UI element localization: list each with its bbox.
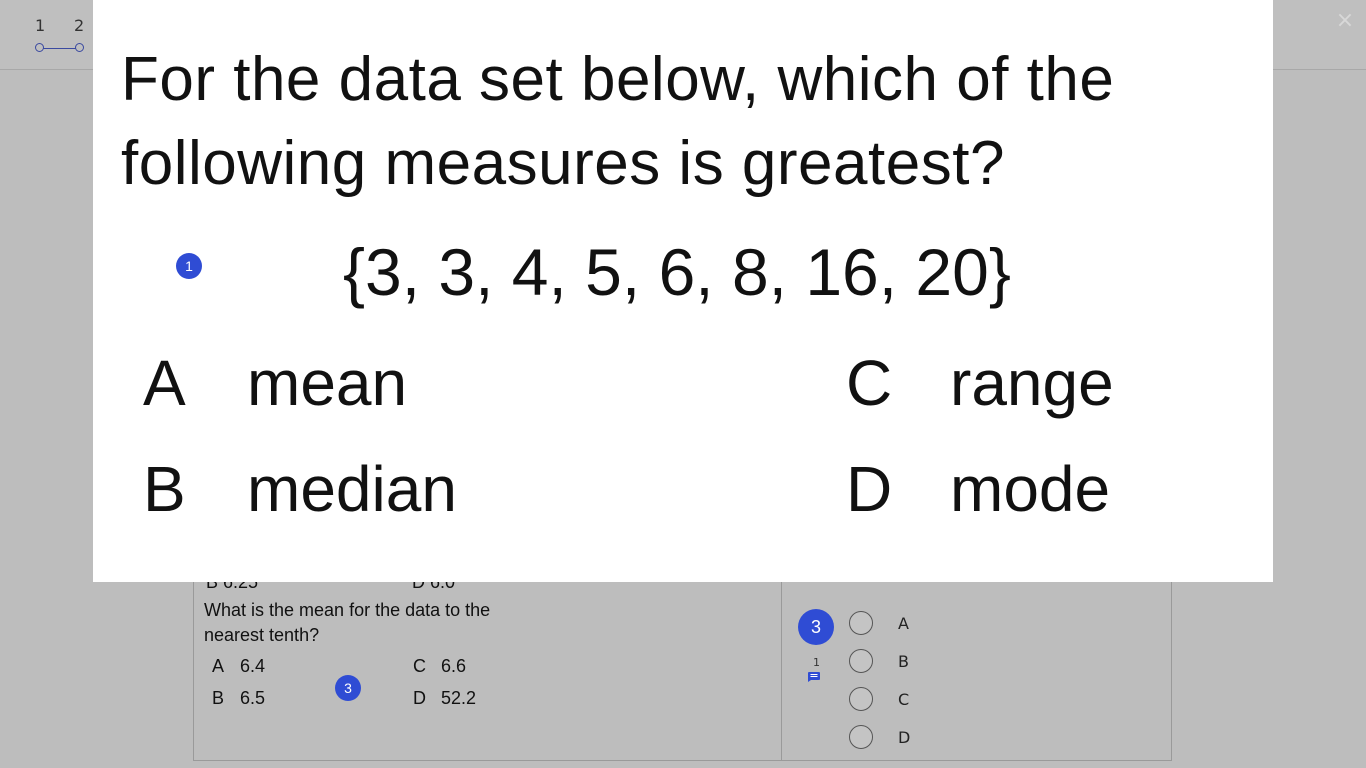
question-option-d: D 52.2 bbox=[413, 688, 476, 709]
option-text: 6.4 bbox=[240, 656, 266, 676]
zoomed-question-image[interactable]: For the data set below, which of the fol… bbox=[93, 0, 1273, 582]
option-letter: C bbox=[413, 656, 426, 676]
comment-icon[interactable] bbox=[808, 672, 820, 682]
zoom-option-text: median bbox=[247, 453, 457, 525]
choice-label-d: D bbox=[898, 728, 911, 747]
zoom-option-text: mean bbox=[247, 347, 408, 419]
choice-label-a: A bbox=[898, 614, 909, 633]
question-number-2[interactable]: 2 bbox=[74, 16, 84, 35]
question-option-a: A 6.4 bbox=[212, 656, 265, 677]
zoom-option-c: Crange bbox=[846, 346, 1114, 420]
zoom-option-a: Amean bbox=[143, 346, 407, 420]
option-letter: B bbox=[212, 688, 225, 708]
radio-d[interactable] bbox=[849, 725, 873, 749]
option-letter: A bbox=[212, 656, 225, 676]
question-option-c: C 6.6 bbox=[413, 656, 466, 677]
zoom-option-d: Dmode bbox=[846, 452, 1110, 526]
radio-b[interactable] bbox=[849, 649, 873, 673]
option-text: 6.6 bbox=[441, 656, 467, 676]
annotation-marker[interactable]: 1 bbox=[176, 253, 202, 279]
option-letter: D bbox=[413, 688, 426, 708]
question-option-b: B 6.5 bbox=[212, 688, 265, 709]
option-text: 6.5 bbox=[240, 688, 266, 708]
question-number-1[interactable]: 1 bbox=[35, 16, 45, 35]
progress-line bbox=[40, 48, 80, 49]
zoom-option-letter: D bbox=[846, 453, 893, 525]
zoom-option-letter: B bbox=[143, 453, 186, 525]
zoom-option-text: range bbox=[950, 347, 1114, 419]
question-prompt: What is the mean for the data to the nea… bbox=[204, 600, 491, 645]
comment-count: 1 bbox=[813, 656, 820, 669]
progress-dot-2[interactable] bbox=[75, 43, 84, 52]
zoom-data-set: {3, 3, 4, 5, 6, 8, 16, 20} bbox=[343, 235, 1011, 309]
zoom-option-letter: C bbox=[846, 347, 893, 419]
annotation-marker[interactable]: 3 bbox=[335, 675, 361, 701]
zoom-option-letter: A bbox=[143, 347, 186, 419]
question-badge[interactable]: 3 bbox=[798, 609, 834, 645]
choice-label-b: B bbox=[898, 652, 909, 671]
progress-dot-1[interactable] bbox=[35, 43, 44, 52]
zoom-option-b: Bmedian bbox=[143, 452, 457, 526]
option-text: 52.2 bbox=[441, 688, 477, 708]
choice-label-c: C bbox=[898, 690, 910, 709]
radio-a[interactable] bbox=[849, 611, 873, 635]
zoom-title-line-2: following measures is greatest? bbox=[121, 129, 1005, 198]
question-card: B 6.25 D 6.0 What is the mean for the da… bbox=[193, 560, 1172, 761]
close-button[interactable]: × bbox=[1334, 10, 1356, 32]
zoom-option-text: mode bbox=[950, 453, 1111, 525]
zoom-question-title: For the data set below, which of the fol… bbox=[121, 38, 1251, 206]
answer-panel: 3 1 A B C D bbox=[782, 560, 1172, 761]
zoom-title-line-1: For the data set below, which of the bbox=[121, 45, 1115, 114]
radio-c[interactable] bbox=[849, 687, 873, 711]
